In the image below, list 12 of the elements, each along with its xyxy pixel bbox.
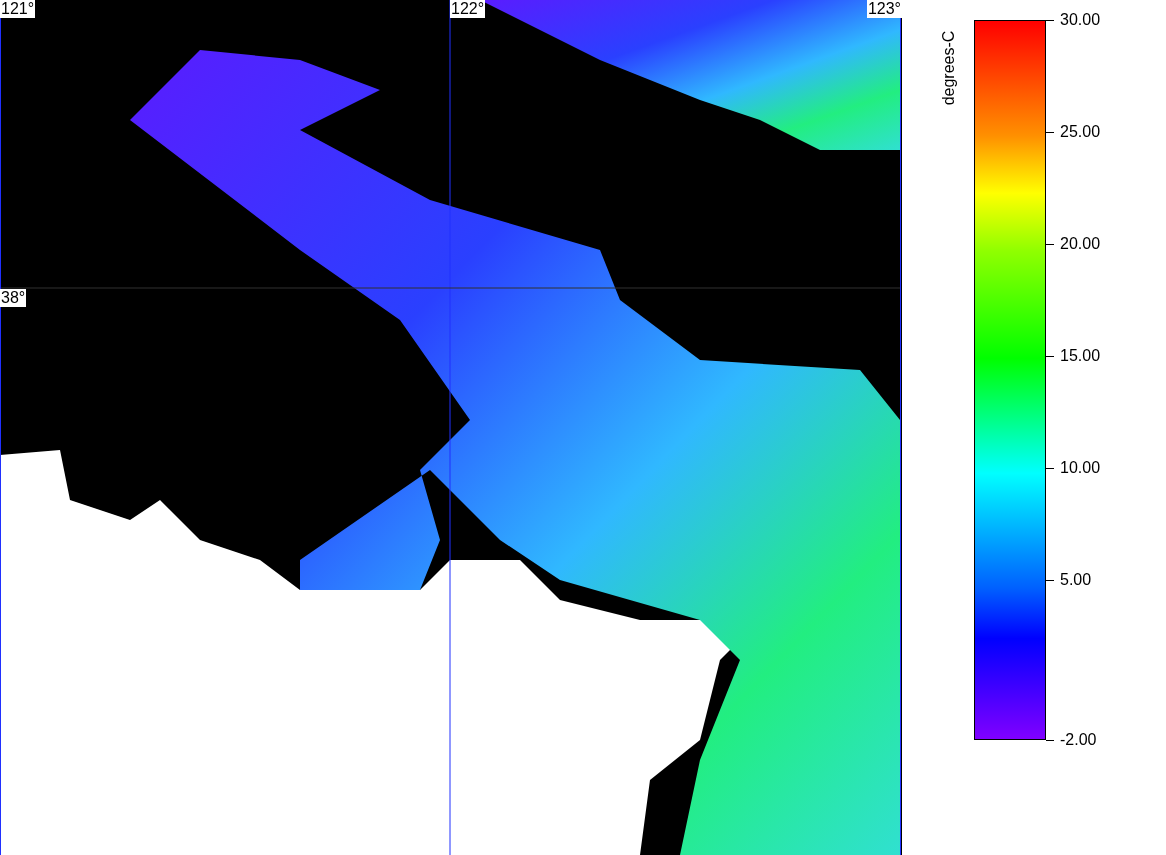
scale-tick-label: -2.00 xyxy=(1060,730,1097,750)
scale-tick-label: 5.00 xyxy=(1060,570,1092,590)
longitude-label: 123° xyxy=(866,0,902,18)
longitude-label: 121° xyxy=(0,0,36,18)
scale-tick-label: 15.00 xyxy=(1060,346,1101,366)
scale-tick-label: 25.00 xyxy=(1060,122,1101,142)
scale-tick-label: 10.00 xyxy=(1060,458,1101,478)
latitude-label: 38° xyxy=(0,289,27,307)
legend-title: degrees-C xyxy=(939,30,959,106)
scale-tick-label: 30.00 xyxy=(1060,10,1101,30)
longitude-label: 122° xyxy=(450,0,486,18)
scale-tick-label: 20.00 xyxy=(1060,234,1101,254)
